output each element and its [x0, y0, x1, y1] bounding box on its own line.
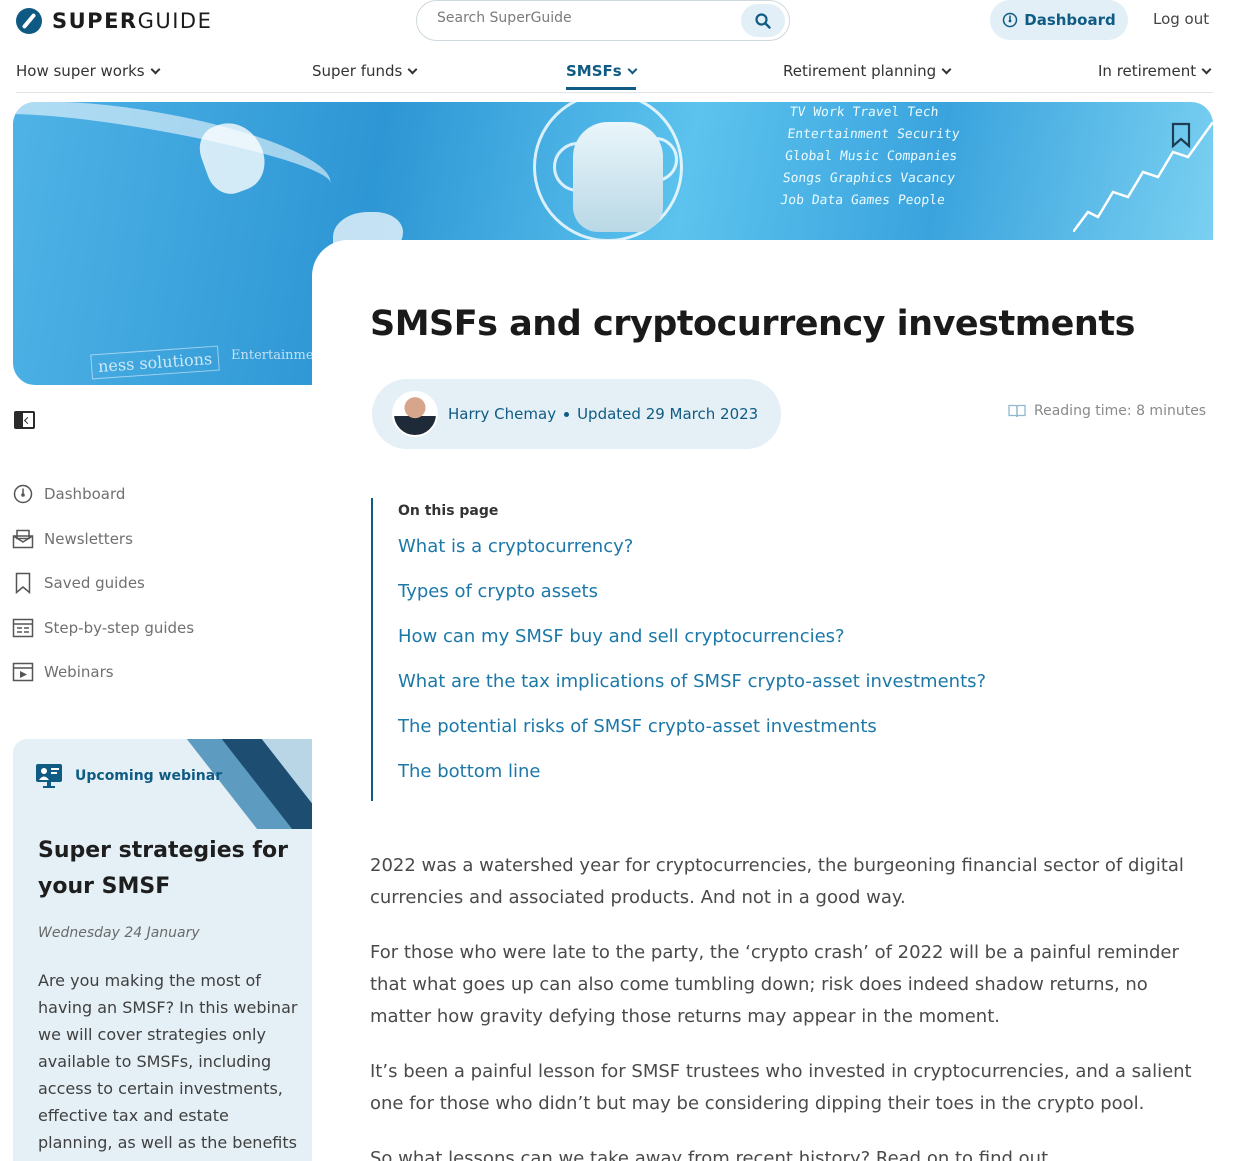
nav-item-smsfs[interactable]: SMSFs [566, 62, 638, 90]
book-icon [1008, 404, 1026, 418]
search-input[interactable] [437, 10, 727, 26]
sidebar-item-label: Dashboard [44, 485, 126, 504]
nav-label: Retirement planning [783, 62, 937, 80]
article-body: 2022 was a watershed year for cryptocurr… [370, 850, 1210, 1161]
nav-label: Super funds [312, 62, 403, 80]
nav-item-retirement-planning[interactable]: Retirement planning [783, 62, 952, 80]
dashboard-button[interactable]: Dashboard [990, 0, 1128, 40]
logo-icon [16, 8, 42, 34]
toc-link[interactable]: Types of crypto assets [398, 581, 1071, 602]
updated-date: Updated 29 March 2023 [577, 405, 759, 423]
hero-swoosh [13, 102, 338, 223]
superguide-logo[interactable]: SUPERGUIDE [16, 8, 212, 34]
webinar-tag: Upcoming webinar [35, 763, 222, 789]
sidebar-item-label: Step-by-step guides [44, 618, 195, 637]
webinar-title[interactable]: Super strategies for your SMSF [38, 833, 298, 905]
sidebar-item-webinars[interactable]: Webinars [12, 650, 194, 695]
sidebar-item-label: Saved guides [44, 574, 145, 593]
nav-item-how-super-works[interactable]: How super works [16, 62, 161, 80]
dashboard-label: Dashboard [1024, 11, 1116, 29]
article-title: SMSFs and cryptocurrency investments [370, 304, 1135, 344]
logo-text: SUPERGUIDE [52, 9, 213, 33]
webinar-description: Are you making the most of having an SMS… [38, 971, 298, 1161]
webinar-tag-label: Upcoming webinar [75, 768, 223, 784]
author-byline: Harry Chemay Updated 29 March 2023 [372, 379, 781, 449]
webinar-icon [12, 661, 34, 683]
chevron-down-icon [150, 64, 161, 74]
search-button[interactable] [741, 4, 785, 37]
nav-item-super-funds[interactable]: Super funds [312, 62, 418, 80]
search-bar [416, 0, 790, 41]
webinar-card-header: Upcoming webinar [13, 739, 312, 829]
reading-time: Reading time: 8 minutes [1008, 403, 1206, 419]
chevron-down-icon [407, 64, 418, 74]
hero-hand [573, 122, 663, 232]
nav-item-in-retirement[interactable]: In retirement [1098, 62, 1212, 80]
toc-link[interactable]: How can my SMSF buy and sell cryptocurre… [398, 626, 1071, 647]
main-nav: How super works Super funds SMSFs Retire… [16, 60, 1213, 93]
sidebar-item-label: Newsletters [44, 529, 133, 548]
sidebar-item-newsletters[interactable]: Newsletters [12, 517, 194, 562]
hero-chart-line [1073, 122, 1213, 232]
toc-link[interactable]: The potential risks of SMSF crypto-asset… [398, 716, 1071, 737]
bookmark-icon[interactable] [1171, 122, 1191, 148]
chevron-down-icon [1201, 64, 1212, 74]
separator-dot [564, 411, 570, 417]
article-paragraph: For those who were late to the party, th… [370, 942, 1179, 1027]
sidebar-item-saved-guides[interactable]: Saved guides [12, 561, 194, 606]
article-paragraph: 2022 was a watershed year for cryptocurr… [370, 855, 1184, 908]
nav-label: SMSFs [566, 62, 622, 80]
logout-link[interactable]: Log out [1153, 10, 1209, 28]
toc-link[interactable]: The bottom line [398, 761, 1071, 782]
webinar-date: Wednesday 24 January [38, 925, 200, 941]
bookmark-icon [12, 572, 34, 595]
newsletter-icon [12, 528, 34, 550]
presenter-icon [36, 764, 62, 788]
nav-label: How super works [16, 62, 145, 80]
toc-link[interactable]: What is a cryptocurrency? [398, 536, 1071, 557]
guide-icon [12, 617, 34, 639]
webinar-card[interactable]: Upcoming webinar Super strategies for yo… [13, 739, 312, 1161]
author-name[interactable]: Harry Chemay [448, 405, 556, 423]
sidebar-item-dashboard[interactable]: Dashboard [12, 472, 194, 517]
avatar[interactable] [392, 391, 438, 437]
sidebar-item-label: Webinars [44, 663, 114, 682]
chevron-down-icon [941, 64, 952, 74]
sidebar-collapse-icon[interactable] [14, 411, 35, 429]
toc-link[interactable]: What are the tax implications of SMSF cr… [398, 671, 1071, 692]
chevron-down-icon [627, 64, 638, 74]
article-paragraph: It’s been a painful lesson for SMSF trus… [370, 1061, 1192, 1114]
dashboard-icon [1003, 12, 1018, 28]
table-of-contents: On this page What is a cryptocurrency? T… [371, 498, 1071, 801]
hero-words: TV Work Travel Tech Entertainment Securi… [779, 105, 961, 208]
search-icon [755, 12, 771, 29]
toc-label: On this page [398, 503, 499, 519]
sidebar-item-step-by-step-guides[interactable]: Step-by-step guides [12, 606, 194, 651]
reading-time-label: Reading time: 8 minutes [1034, 403, 1207, 419]
hero-solutions-text: ness solutions [90, 345, 220, 380]
dashboard-icon [12, 483, 34, 505]
sidebar-menu: Dashboard Newsletters Saved guides Step-… [12, 472, 194, 695]
nav-label: In retirement [1098, 62, 1197, 80]
article-paragraph: So what lessons can we take away from re… [370, 1148, 1054, 1161]
